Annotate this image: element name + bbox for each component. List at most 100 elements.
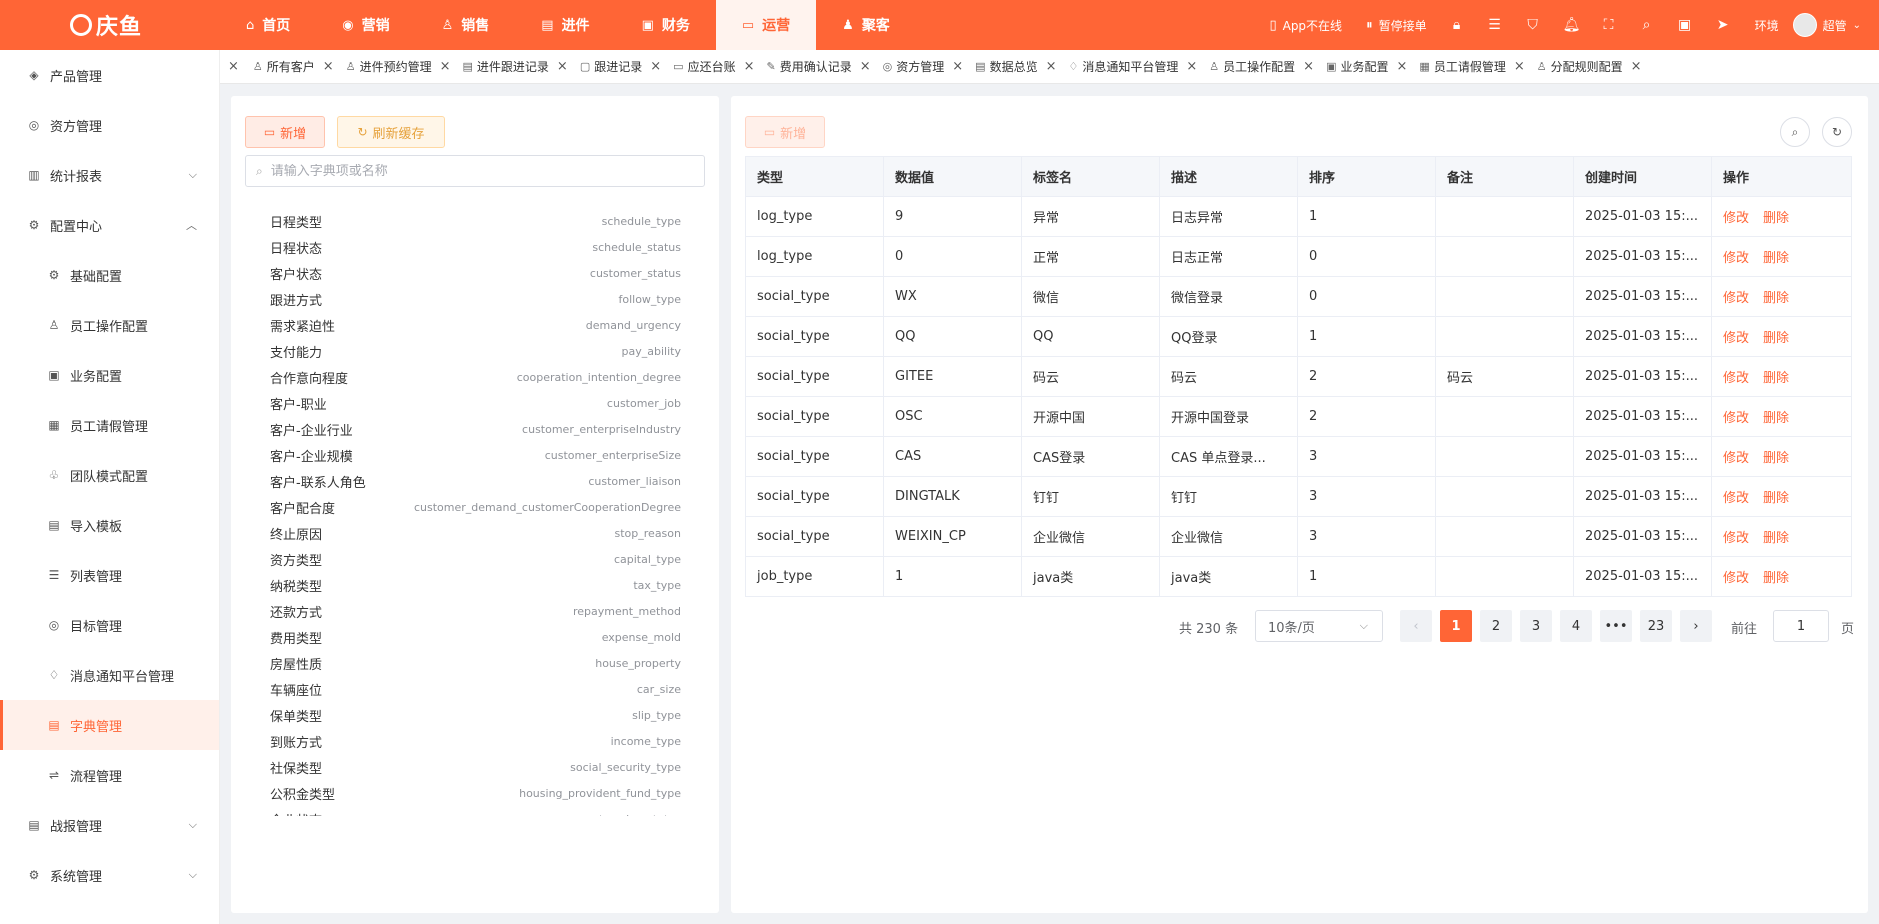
- close-icon[interactable]: ×: [557, 59, 568, 74]
- list-item[interactable]: 社保类型 social_security_type: [231, 754, 719, 780]
- list-item[interactable]: 企业状态 enterprise_status: [231, 806, 719, 817]
- tab-8[interactable]: ♢ 消息通知平台管理 ×: [1062, 50, 1203, 83]
- search-icon[interactable]: ⌕: [1639, 17, 1655, 33]
- page-button[interactable]: 3: [1520, 610, 1552, 642]
- tab-11[interactable]: ▦ 员工请假管理 ×: [1413, 50, 1530, 83]
- dict-search-input[interactable]: [270, 163, 691, 179]
- close-icon[interactable]: ×: [1303, 59, 1314, 74]
- close-icon[interactable]: ×: [744, 59, 755, 74]
- next-page-button[interactable]: ›: [1680, 610, 1712, 642]
- close-icon[interactable]: ×: [220, 59, 247, 74]
- pause-orders-button[interactable]: ⏸ 暂停接单: [1366, 17, 1427, 34]
- nav-item-5[interactable]: ▭ 运营: [715, 0, 817, 50]
- tab-7[interactable]: ▤ 数据总览 ×: [969, 50, 1062, 83]
- edit-link[interactable]: 修改: [1723, 371, 1749, 386]
- close-icon[interactable]: ×: [1397, 59, 1408, 74]
- nav-item-3[interactable]: ▤ 进件: [515, 0, 615, 50]
- list-item[interactable]: 客户-企业规模 customer_enterpriseSize: [231, 442, 719, 468]
- page-button[interactable]: 4: [1560, 610, 1592, 642]
- tab-12[interactable]: ♙ 分配规则配置 ×: [1531, 50, 1648, 83]
- tab-3[interactable]: ▢ 跟进记录 ×: [574, 50, 667, 83]
- list-item[interactable]: 需求紧迫性 demand_urgency: [231, 312, 719, 338]
- list-item[interactable]: 合作意向程度 cooperation_intention_degree: [231, 364, 719, 390]
- fullscreen-icon[interactable]: ⛶: [1601, 17, 1617, 33]
- list-item[interactable]: 支付能力 pay_ability: [231, 338, 719, 364]
- list-item[interactable]: 终止原因 stop_reason: [231, 520, 719, 546]
- list-item[interactable]: 还款方式 repayment_method: [231, 598, 719, 624]
- indent-icon[interactable]: ☰: [1487, 17, 1503, 33]
- list-item[interactable]: 房屋性质 house_property: [231, 650, 719, 676]
- sidebar-item-product[interactable]: ◈ 产品管理: [0, 50, 219, 100]
- delete-link[interactable]: 删除: [1763, 491, 1789, 506]
- briefcase-icon[interactable]: ▣: [1677, 17, 1693, 33]
- delete-link[interactable]: 删除: [1763, 451, 1789, 466]
- logo[interactable]: 庆鱼: [0, 0, 220, 50]
- list-item[interactable]: 资方类型 capital_type: [231, 546, 719, 572]
- add-data-button[interactable]: ▭ 新增: [745, 116, 825, 148]
- sidebar-subitem-2[interactable]: ▣ 业务配置: [0, 350, 219, 400]
- close-icon[interactable]: ×: [1186, 59, 1197, 74]
- close-icon[interactable]: ×: [323, 59, 334, 74]
- prev-page-button[interactable]: ‹: [1400, 610, 1432, 642]
- nav-item-6[interactable]: ♟ 聚客: [816, 0, 916, 50]
- list-item[interactable]: 车辆座位 car_size: [231, 676, 719, 702]
- edit-link[interactable]: 修改: [1723, 251, 1749, 266]
- more-pages-button[interactable]: •••: [1600, 610, 1632, 642]
- app-status-button[interactable]: ▯ App不在线: [1269, 17, 1342, 34]
- page-size-select[interactable]: 10条/页 ⌵: [1255, 610, 1383, 642]
- page-button[interactable]: 1: [1440, 610, 1472, 642]
- list-item[interactable]: 客户-企业行业 customer_enterpriseIndustry: [231, 416, 719, 442]
- nav-item-4[interactable]: ▣ 财务: [616, 0, 716, 50]
- list-item[interactable]: 客户状态 customer_status: [231, 260, 719, 286]
- delete-link[interactable]: 删除: [1763, 531, 1789, 546]
- sidebar-item-config-center[interactable]: ⚙ 配置中心 ︿: [0, 200, 219, 250]
- tab-0[interactable]: ♙ 所有客户 ×: [247, 50, 340, 83]
- bell-icon[interactable]: 🔔︎: [1563, 17, 1581, 33]
- list-item[interactable]: 日程状态 schedule_status: [231, 234, 719, 260]
- delete-link[interactable]: 删除: [1763, 211, 1789, 226]
- sidebar-subitem-9[interactable]: ▤ 字典管理: [0, 700, 219, 750]
- edit-link[interactable]: 修改: [1723, 291, 1749, 306]
- delete-link[interactable]: 删除: [1763, 371, 1789, 386]
- close-icon[interactable]: ×: [440, 59, 451, 74]
- tab-9[interactable]: ♙ 员工操作配置 ×: [1203, 50, 1320, 83]
- env-switch[interactable]: 环境: [1755, 17, 1779, 34]
- list-item[interactable]: 客户-联系人角色 customer_liaison: [231, 468, 719, 494]
- sidebar-subitem-10[interactable]: ⇌ 流程管理: [0, 750, 219, 800]
- sidebar-item-capital[interactable]: ◎ 资方管理: [0, 100, 219, 150]
- refresh-table-button[interactable]: ↻: [1822, 117, 1852, 147]
- delete-link[interactable]: 删除: [1763, 251, 1789, 266]
- sidebar-subitem-8[interactable]: ♢ 消息通知平台管理: [0, 650, 219, 700]
- list-item[interactable]: 纳税类型 tax_type: [231, 572, 719, 598]
- close-icon[interactable]: ×: [1631, 59, 1642, 74]
- edit-link[interactable]: 修改: [1723, 211, 1749, 226]
- sidebar-subitem-5[interactable]: ▤ 导入模板: [0, 500, 219, 550]
- tab-10[interactable]: ▣ 业务配置 ×: [1320, 50, 1413, 83]
- shirt-icon[interactable]: ⛉: [1525, 17, 1541, 33]
- list-item[interactable]: 到账方式 income_type: [231, 728, 719, 754]
- list-item[interactable]: 公积金类型 housing_provident_fund_type: [231, 780, 719, 806]
- delete-link[interactable]: 删除: [1763, 291, 1789, 306]
- edit-link[interactable]: 修改: [1723, 331, 1749, 346]
- send-icon[interactable]: ➤: [1715, 17, 1731, 33]
- tab-1[interactable]: ♙ 进件预约管理 ×: [340, 50, 457, 83]
- delete-link[interactable]: 删除: [1763, 331, 1789, 346]
- close-icon[interactable]: ×: [860, 59, 871, 74]
- tab-5[interactable]: ✎ 费用确认记录 ×: [760, 50, 876, 83]
- page-button[interactable]: 23: [1640, 610, 1672, 642]
- nav-item-0[interactable]: ⌂ 首页: [220, 0, 316, 50]
- delete-link[interactable]: 删除: [1763, 411, 1789, 426]
- list-item[interactable]: 费用类型 expense_mold: [231, 624, 719, 650]
- refresh-cache-button[interactable]: ↻ 刷新缓存: [337, 116, 445, 148]
- edit-link[interactable]: 修改: [1723, 571, 1749, 586]
- nav-item-2[interactable]: ♙ 销售: [416, 0, 516, 50]
- list-item[interactable]: 跟进方式 follow_type: [231, 286, 719, 312]
- lock-icon[interactable]: 🔒︎: [1449, 17, 1465, 33]
- sidebar-item-battle-report[interactable]: ▤ 战报管理 ⌵: [0, 800, 219, 850]
- delete-link[interactable]: 删除: [1763, 571, 1789, 586]
- edit-link[interactable]: 修改: [1723, 531, 1749, 546]
- list-item[interactable]: 客户配合度 customer_demand_customerCooperation…: [231, 494, 719, 520]
- sidebar-item-system[interactable]: ⚙ 系统管理 ⌵: [0, 850, 219, 900]
- edit-link[interactable]: 修改: [1723, 411, 1749, 426]
- sidebar-subitem-6[interactable]: ☰ 列表管理: [0, 550, 219, 600]
